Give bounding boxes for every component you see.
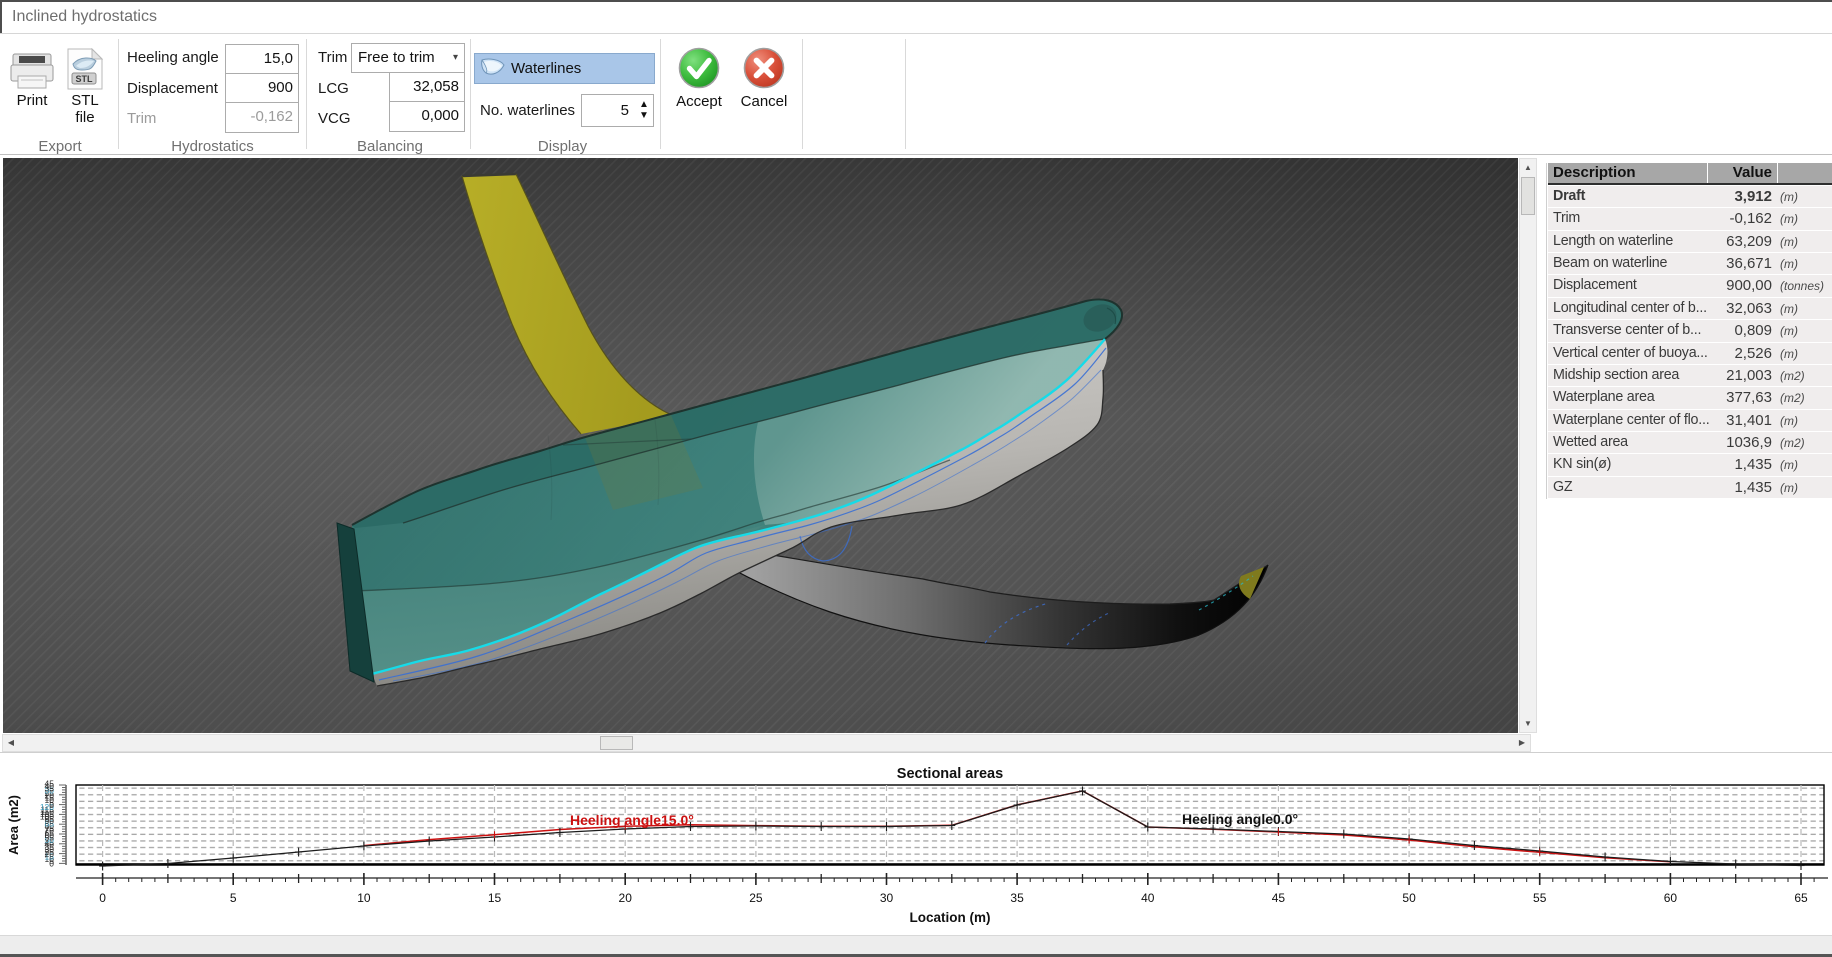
svg-text:Heeling angle15.0°: Heeling angle15.0° bbox=[570, 812, 694, 828]
svg-text:10: 10 bbox=[357, 891, 371, 905]
svg-text:55: 55 bbox=[1533, 891, 1547, 905]
svg-text:60: 60 bbox=[1664, 891, 1678, 905]
svg-text:45: 45 bbox=[45, 779, 55, 789]
svg-text:STL: STL bbox=[76, 74, 94, 84]
svg-text:5: 5 bbox=[230, 891, 237, 905]
svg-text:65: 65 bbox=[1794, 891, 1808, 905]
svg-text:20: 20 bbox=[619, 891, 633, 905]
svg-text:50: 50 bbox=[1402, 891, 1416, 905]
svg-text:15: 15 bbox=[488, 891, 502, 905]
svg-text:0: 0 bbox=[99, 891, 106, 905]
svg-text:35: 35 bbox=[1010, 891, 1024, 905]
svg-text:45: 45 bbox=[1272, 891, 1286, 905]
svg-text:25: 25 bbox=[749, 891, 763, 905]
svg-text:40: 40 bbox=[1141, 891, 1155, 905]
svg-text:Location (m): Location (m) bbox=[910, 910, 991, 925]
svg-text:Area (m2): Area (m2) bbox=[6, 795, 21, 855]
svg-text:Sectional areas: Sectional areas bbox=[897, 766, 1003, 782]
svg-text:30: 30 bbox=[880, 891, 894, 905]
svg-text:Heeling angle0.0°: Heeling angle0.0° bbox=[1182, 811, 1298, 827]
